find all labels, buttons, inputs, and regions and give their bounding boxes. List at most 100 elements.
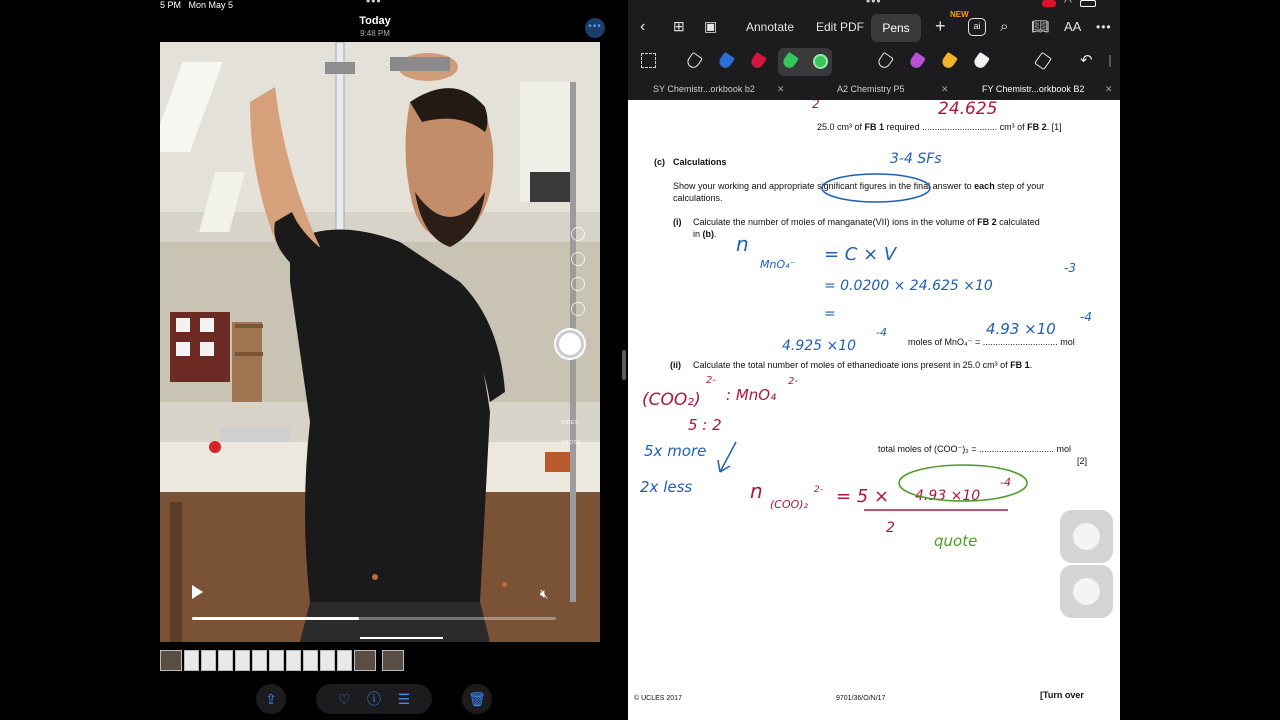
shutter-button[interactable]: [556, 330, 584, 358]
ink-arrow: [717, 441, 737, 473]
thumbnail[interactable]: [286, 650, 301, 671]
status-date: Mon May 5: [188, 0, 234, 10]
ink-eq4-rhs: = 5 ×: [836, 486, 889, 507]
ink-ratio-mno4: : MnO₄: [726, 386, 776, 404]
flash-icon[interactable]: [571, 227, 585, 241]
thumbnail[interactable]: [337, 650, 352, 671]
more-options-button[interactable]: •••: [585, 18, 605, 38]
ink-result-answer-exp: -4: [1080, 310, 1092, 324]
photo-time: 9:48 PM: [360, 29, 390, 38]
floating-tool-button[interactable]: [1060, 565, 1113, 618]
grid-icon[interactable]: ⊞: [673, 18, 685, 35]
thumbnail[interactable]: [235, 650, 250, 671]
thumbnail-selection-bar: [360, 637, 443, 639]
battery-icon: [1080, 0, 1096, 7]
doc-tab[interactable]: A2 Chemistry P5 ✕: [837, 80, 949, 100]
highlighter-yellow-icon[interactable]: [940, 51, 958, 72]
ink-sig-figs: 3-4 SFs: [890, 151, 942, 167]
ipad-split-screen: 5 PM Mon May 5 ••• Today 9:48 PM ••• VID…: [0, 0, 1280, 720]
tab-annotate[interactable]: Annotate: [746, 20, 794, 34]
ink-eq4-sub-exp: 2-: [814, 485, 823, 495]
thumbnail[interactable]: [269, 650, 284, 671]
split-handle[interactable]: [622, 350, 626, 380]
ink-ratio-rhs-exp: 2-: [788, 376, 798, 387]
ai-button[interactable]: ai: [968, 18, 986, 36]
share-button[interactable]: ⇪: [256, 684, 286, 714]
close-icon[interactable]: ✕: [1105, 80, 1113, 98]
thumbnail[interactable]: [160, 650, 182, 671]
ink-note-less: 2x less: [640, 478, 692, 496]
timer-icon[interactable]: [571, 252, 585, 266]
more-icon[interactable]: •••: [1096, 20, 1112, 34]
recording-indicator: [1042, 0, 1056, 7]
pen-red-icon[interactable]: [749, 51, 767, 72]
close-icon[interactable]: ✕: [777, 80, 785, 98]
undo-icon[interactable]: ↶: [1080, 51, 1093, 69]
photo-mode-label[interactable]: PHOTO: [561, 440, 581, 446]
thumbnail[interactable]: [382, 650, 404, 671]
pen-green-icon[interactable]: [781, 51, 799, 72]
status-time: 5 PM: [160, 0, 182, 10]
ink-top-value: 24.625: [938, 100, 997, 119]
search-icon[interactable]: ⌕: [1000, 18, 1008, 35]
thumbnail[interactable]: [184, 650, 199, 671]
tab-edit-pdf[interactable]: Edit PDF: [816, 20, 864, 34]
exposure-icon[interactable]: [571, 277, 585, 291]
status-bar-right: ••• ◠: [628, 0, 1120, 10]
photos-app: 5 PM Mon May 5 ••• Today 9:48 PM ••• VID…: [160, 0, 625, 720]
tab-pens[interactable]: Pens: [871, 14, 921, 42]
info-icon[interactable]: ⓘ: [361, 684, 387, 714]
pdf-page[interactable]: 25.0 cm³ of FB 1 required ..............…: [628, 100, 1120, 720]
ink-eq2-exp: -3: [1064, 261, 1076, 275]
trash-icon: 🗑︎: [468, 691, 486, 707]
pen-color-swatch[interactable]: [813, 54, 828, 69]
doc-tab[interactable]: SY Chemistr...orkbook b2 ✕: [653, 80, 785, 100]
thumbnail-strip[interactable]: [160, 650, 404, 671]
lasso-select-icon[interactable]: [641, 53, 656, 68]
marker-dot: [502, 582, 507, 587]
video-scrubber[interactable]: [192, 617, 556, 620]
pen-blue-icon[interactable]: [717, 51, 735, 72]
thumbnail[interactable]: [252, 650, 267, 671]
ink-eq3: =: [824, 306, 836, 322]
pen-white-icon[interactable]: [685, 51, 703, 72]
thumbnail[interactable]: [201, 650, 216, 671]
close-icon[interactable]: ✕: [941, 80, 949, 98]
ink-eq1-sub: MnO₄⁻: [760, 258, 796, 271]
highlighter-white-icon[interactable]: [972, 51, 990, 72]
book-icon[interactable]: 📖︎: [1031, 18, 1049, 35]
heart-icon[interactable]: ♡: [331, 684, 357, 714]
ink-eq1-n: n: [736, 232, 749, 256]
video-mode-label[interactable]: VIDEO: [561, 420, 579, 426]
status-bar-left: 5 PM Mon May 5: [160, 0, 233, 10]
letterbox-right: [1120, 0, 1280, 720]
eraser-icon[interactable]: [1034, 51, 1052, 72]
thumbnail[interactable]: [218, 650, 233, 671]
thumbnail[interactable]: [320, 650, 335, 671]
present-icon[interactable]: ▣: [704, 18, 717, 35]
pencil-icon[interactable]: [876, 51, 894, 72]
document-tabs: SY Chemistr...orkbook b2 ✕ A2 Chemistry P…: [628, 80, 1120, 100]
play-icon[interactable]: [192, 585, 203, 599]
ink-note-more: 5x more: [644, 442, 706, 460]
mute-icon[interactable]: 🔇︎: [540, 586, 548, 602]
thumbnail[interactable]: [303, 650, 318, 671]
ink-result-left-exp: -4: [876, 326, 887, 339]
text-size-button[interactable]: AA: [1064, 19, 1081, 34]
ink-eq1-rhs: = C × V: [824, 244, 898, 265]
multitask-dots[interactable]: •••: [866, 0, 882, 8]
new-badge: NEW: [950, 10, 969, 19]
plus-icon[interactable]: +: [935, 16, 946, 37]
settings-icon[interactable]: [571, 302, 585, 316]
sliders-icon[interactable]: ☰: [391, 684, 417, 714]
ink-circle-sig-figs: [821, 173, 931, 203]
thumbnail[interactable]: [354, 650, 376, 671]
floating-tool-button[interactable]: [1060, 510, 1113, 563]
back-icon[interactable]: ‹: [640, 18, 645, 36]
multitask-dots[interactable]: •••: [366, 0, 382, 8]
highlighter-purple-icon[interactable]: [908, 51, 926, 72]
doc-tab-active[interactable]: FY Chemistr...orkbook B2 ✕: [982, 80, 1113, 100]
video-player[interactable]: VIDEO PHOTO 🔇︎: [160, 42, 600, 642]
toolbar-grip[interactable]: [1109, 55, 1111, 67]
delete-button[interactable]: 🗑︎: [462, 684, 492, 714]
